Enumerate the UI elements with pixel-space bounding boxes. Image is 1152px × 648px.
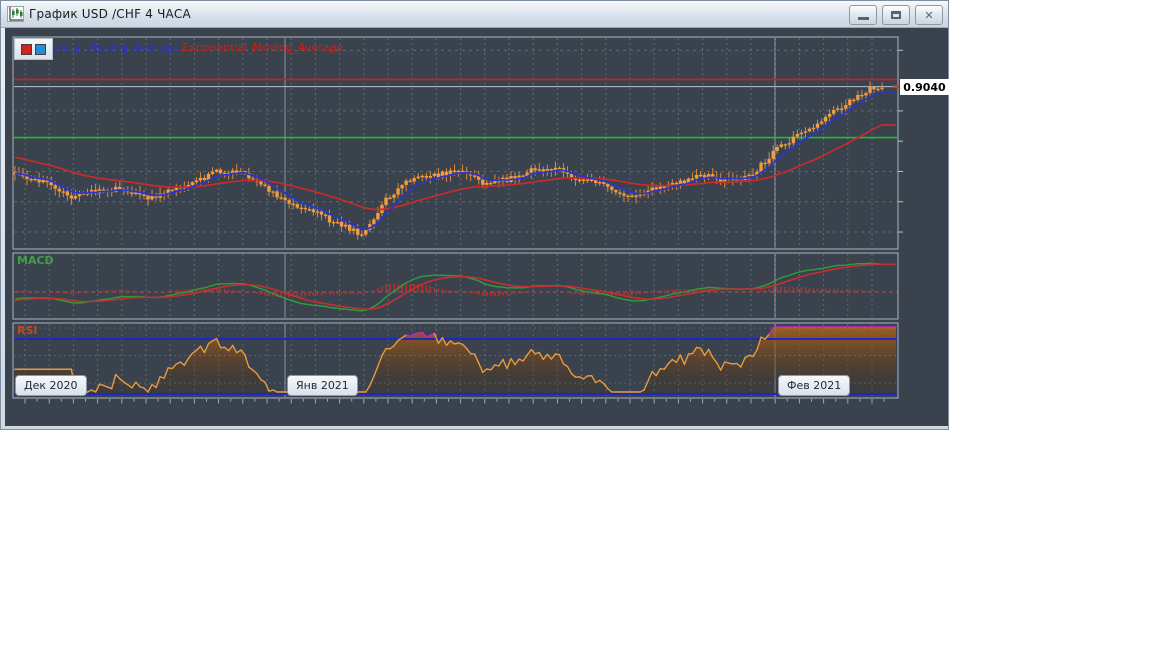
month-marker-dec: Дек 2020 [15,375,87,396]
close-button[interactable]: ✕ [915,5,943,25]
rsi-panel-label: RSI [17,324,38,337]
ema-slow-swatch[interactable] [21,43,32,55]
current-price-arrow [893,85,899,89]
indicator-legend: ential_Moving_Average.Exponential_Moving… [52,41,343,54]
minimize-button[interactable] [849,5,877,25]
indicator-toolbar[interactable] [14,38,53,60]
month-marker-feb: Фев 2021 [778,375,851,396]
chart-app-icon [7,6,24,22]
close-icon: ✕ [924,8,934,22]
maximize-icon [891,11,901,19]
current-price-badge: 0.9040 [900,79,949,95]
chart-canvas[interactable] [1,1,948,429]
minimize-icon [857,17,869,20]
month-marker-jan: Янв 2021 [287,375,358,396]
ema-fast-swatch[interactable] [35,43,46,55]
chart-window: График USD /CHF 4 ЧАСА ✕ ential_Moving_A… [0,0,949,430]
window-title: График USD /CHF 4 ЧАСА [29,7,191,21]
title-bar[interactable]: График USD /CHF 4 ЧАСА ✕ [1,1,948,28]
ema-slow-legend-label: Exponential_Moving_Average [182,41,344,54]
macd-panel-label: MACD [17,254,54,267]
ema-fast-legend-label: ential_Moving_Average [52,41,179,54]
maximize-button[interactable] [882,5,910,25]
